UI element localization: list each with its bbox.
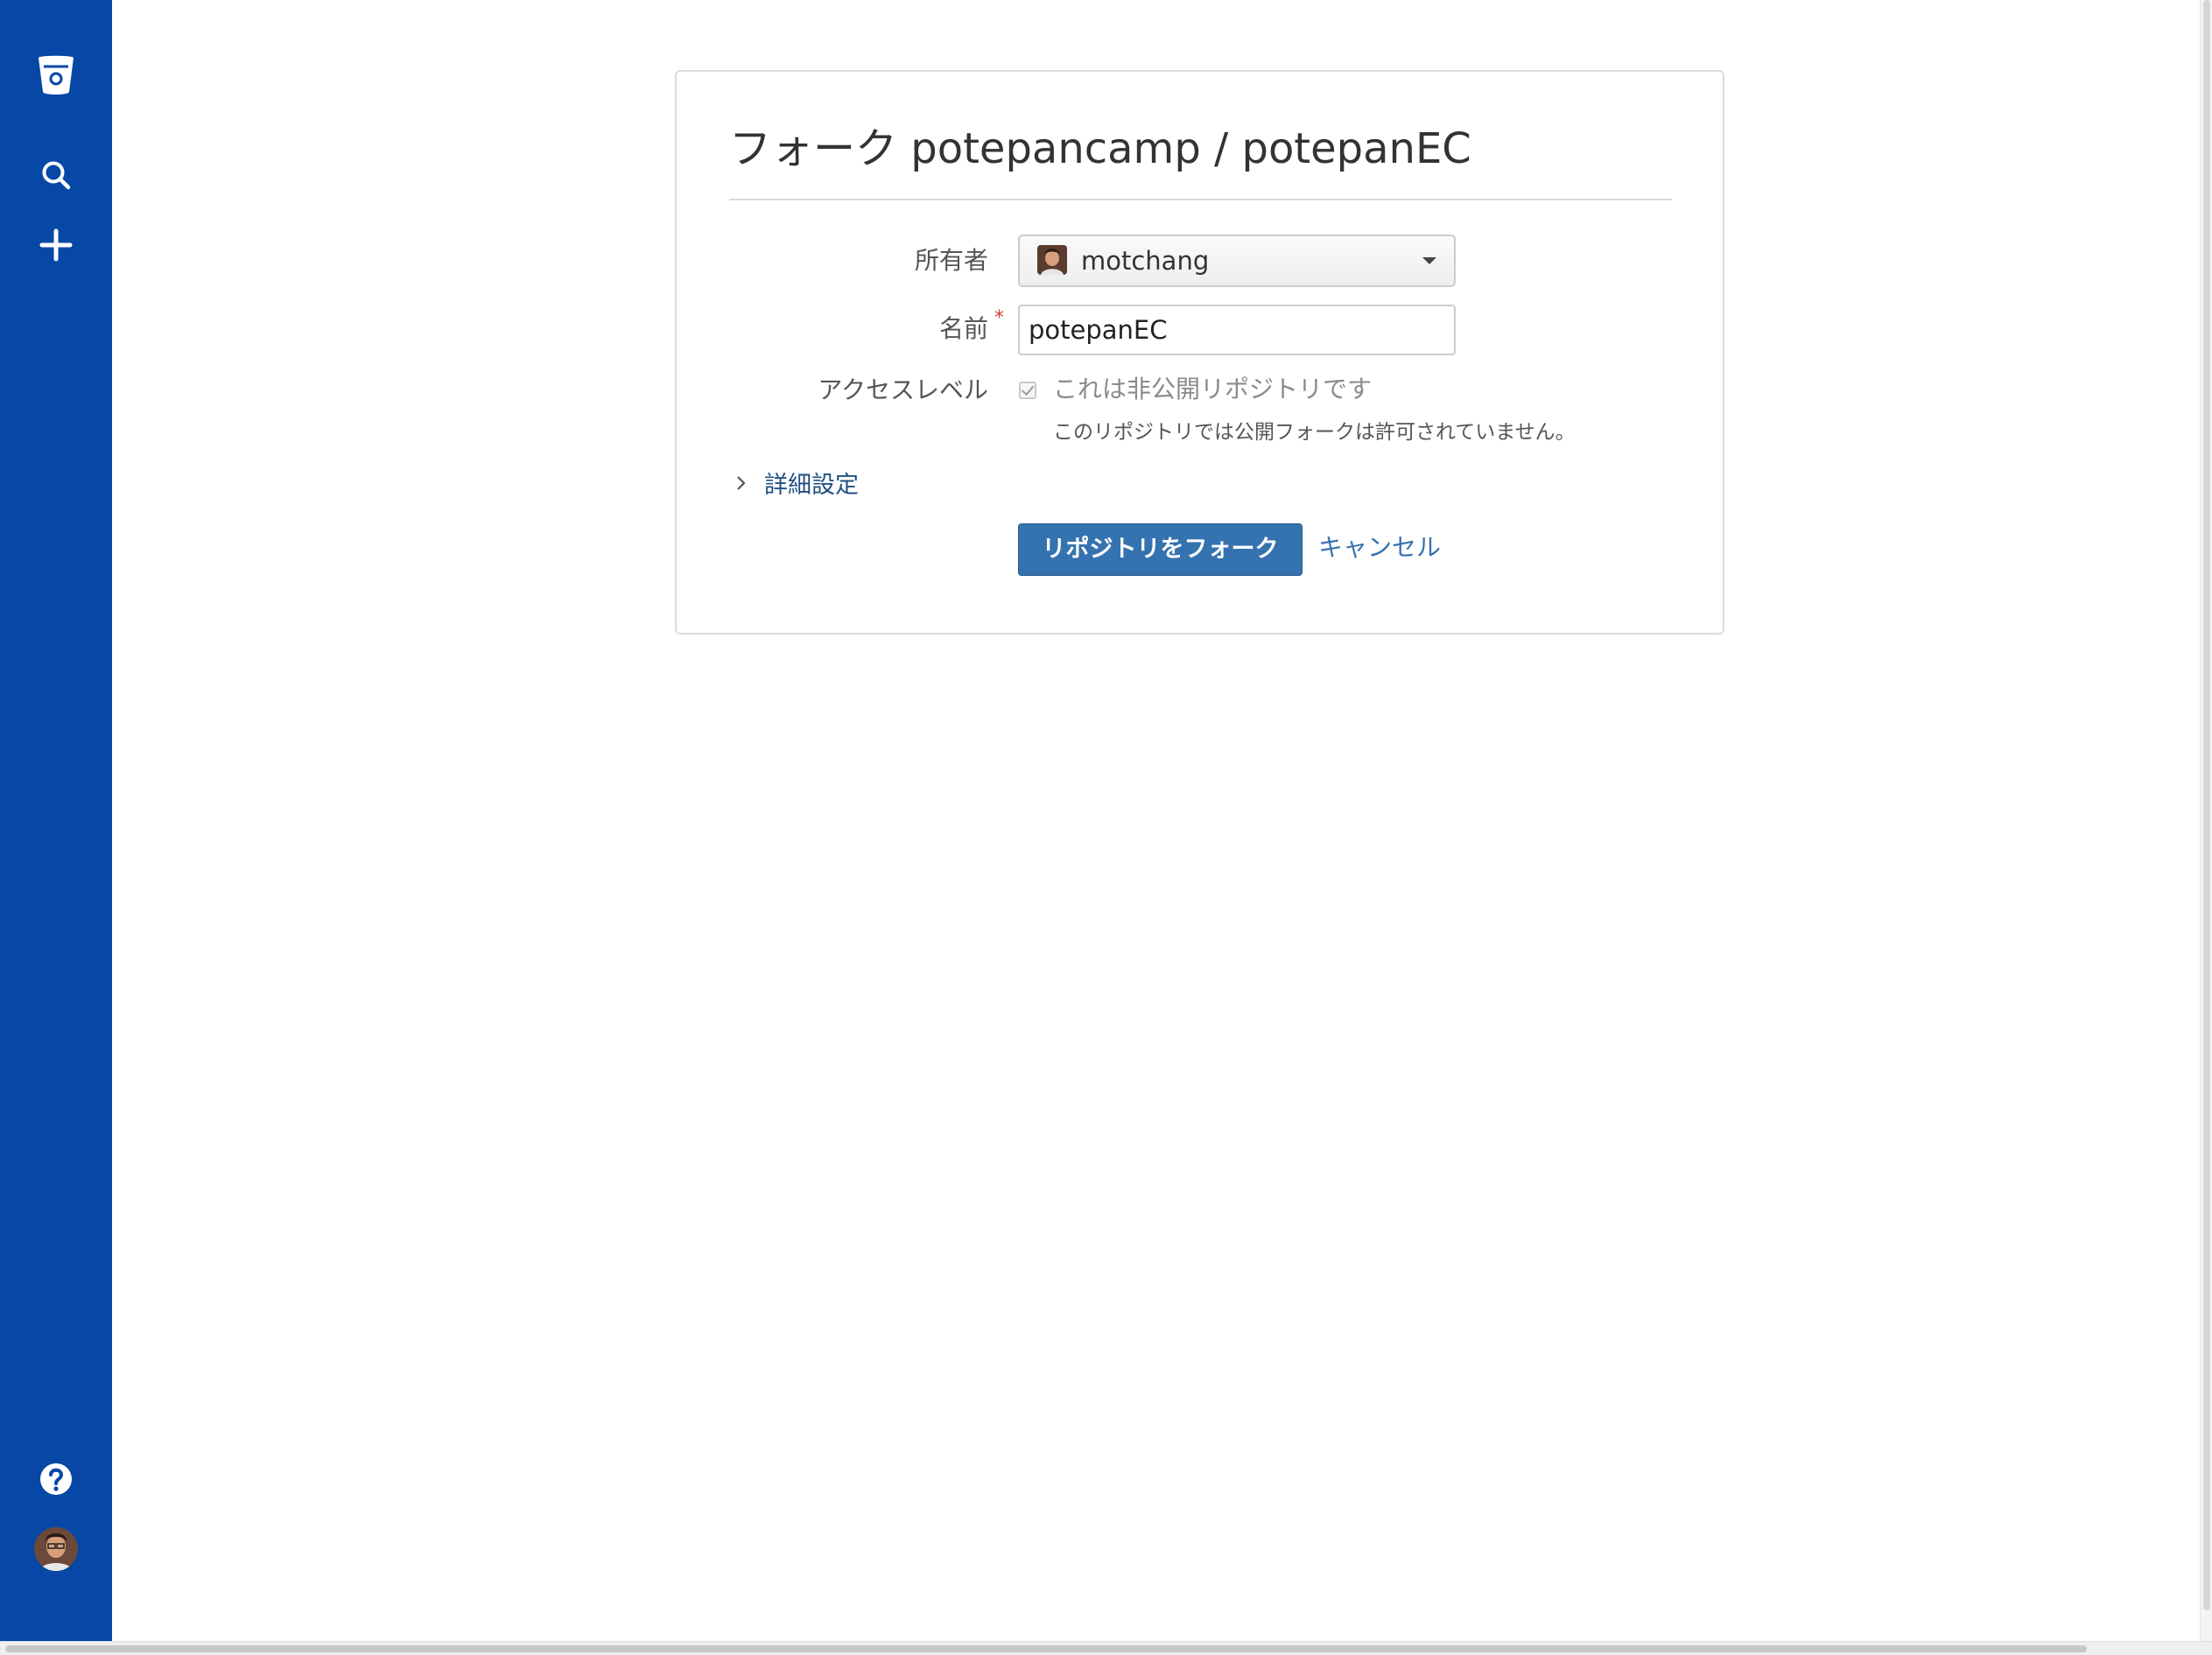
chevron-right-icon bbox=[737, 476, 746, 490]
fork-repository-panel: フォーク potepancamp / potepanEC 所有者 motchan… bbox=[675, 70, 1724, 635]
name-label: 名前 bbox=[938, 314, 988, 343]
horizontal-scrollbar[interactable] bbox=[0, 1641, 2212, 1655]
vertical-scrollbar-thumb[interactable] bbox=[2203, 0, 2210, 1610]
search-icon[interactable] bbox=[21, 140, 91, 210]
owner-value: motchang bbox=[1081, 246, 1210, 276]
owner-label: 所有者 bbox=[914, 246, 988, 275]
private-repository-checkbox[interactable] bbox=[1019, 382, 1036, 399]
title-divider bbox=[729, 199, 1672, 200]
fork-policy-note: このリポジトリでは公開フォークは許可されていません。 bbox=[1053, 421, 1576, 444]
vertical-scrollbar[interactable] bbox=[2200, 0, 2212, 1641]
advanced-settings-label: 詳細設定 bbox=[764, 472, 859, 499]
owner-select[interactable]: motchang bbox=[1018, 235, 1456, 287]
repository-name-input[interactable] bbox=[1018, 305, 1456, 355]
help-icon[interactable] bbox=[21, 1444, 91, 1514]
chevron-down-icon bbox=[1422, 257, 1436, 264]
cancel-link[interactable]: キャンセル bbox=[1318, 532, 1441, 564]
plus-icon[interactable] bbox=[21, 210, 91, 280]
bitbucket-logo-icon[interactable] bbox=[21, 41, 91, 111]
required-marker: * bbox=[994, 307, 1004, 329]
access-level-label: アクセスレベル bbox=[818, 375, 988, 404]
checkmark-icon bbox=[1021, 382, 1035, 396]
fork-repository-button[interactable]: リポジトリをフォーク bbox=[1018, 523, 1303, 576]
owner-avatar bbox=[1037, 245, 1067, 275]
avatar-image bbox=[34, 1527, 78, 1571]
horizontal-scrollbar-thumb[interactable] bbox=[5, 1645, 2087, 1652]
private-repository-label: これは非公開リポジトリです bbox=[1053, 375, 1373, 403]
global-sidebar bbox=[0, 0, 112, 1641]
page-title: フォーク potepancamp / potepanEC bbox=[729, 124, 1471, 173]
user-avatar[interactable] bbox=[21, 1514, 91, 1584]
